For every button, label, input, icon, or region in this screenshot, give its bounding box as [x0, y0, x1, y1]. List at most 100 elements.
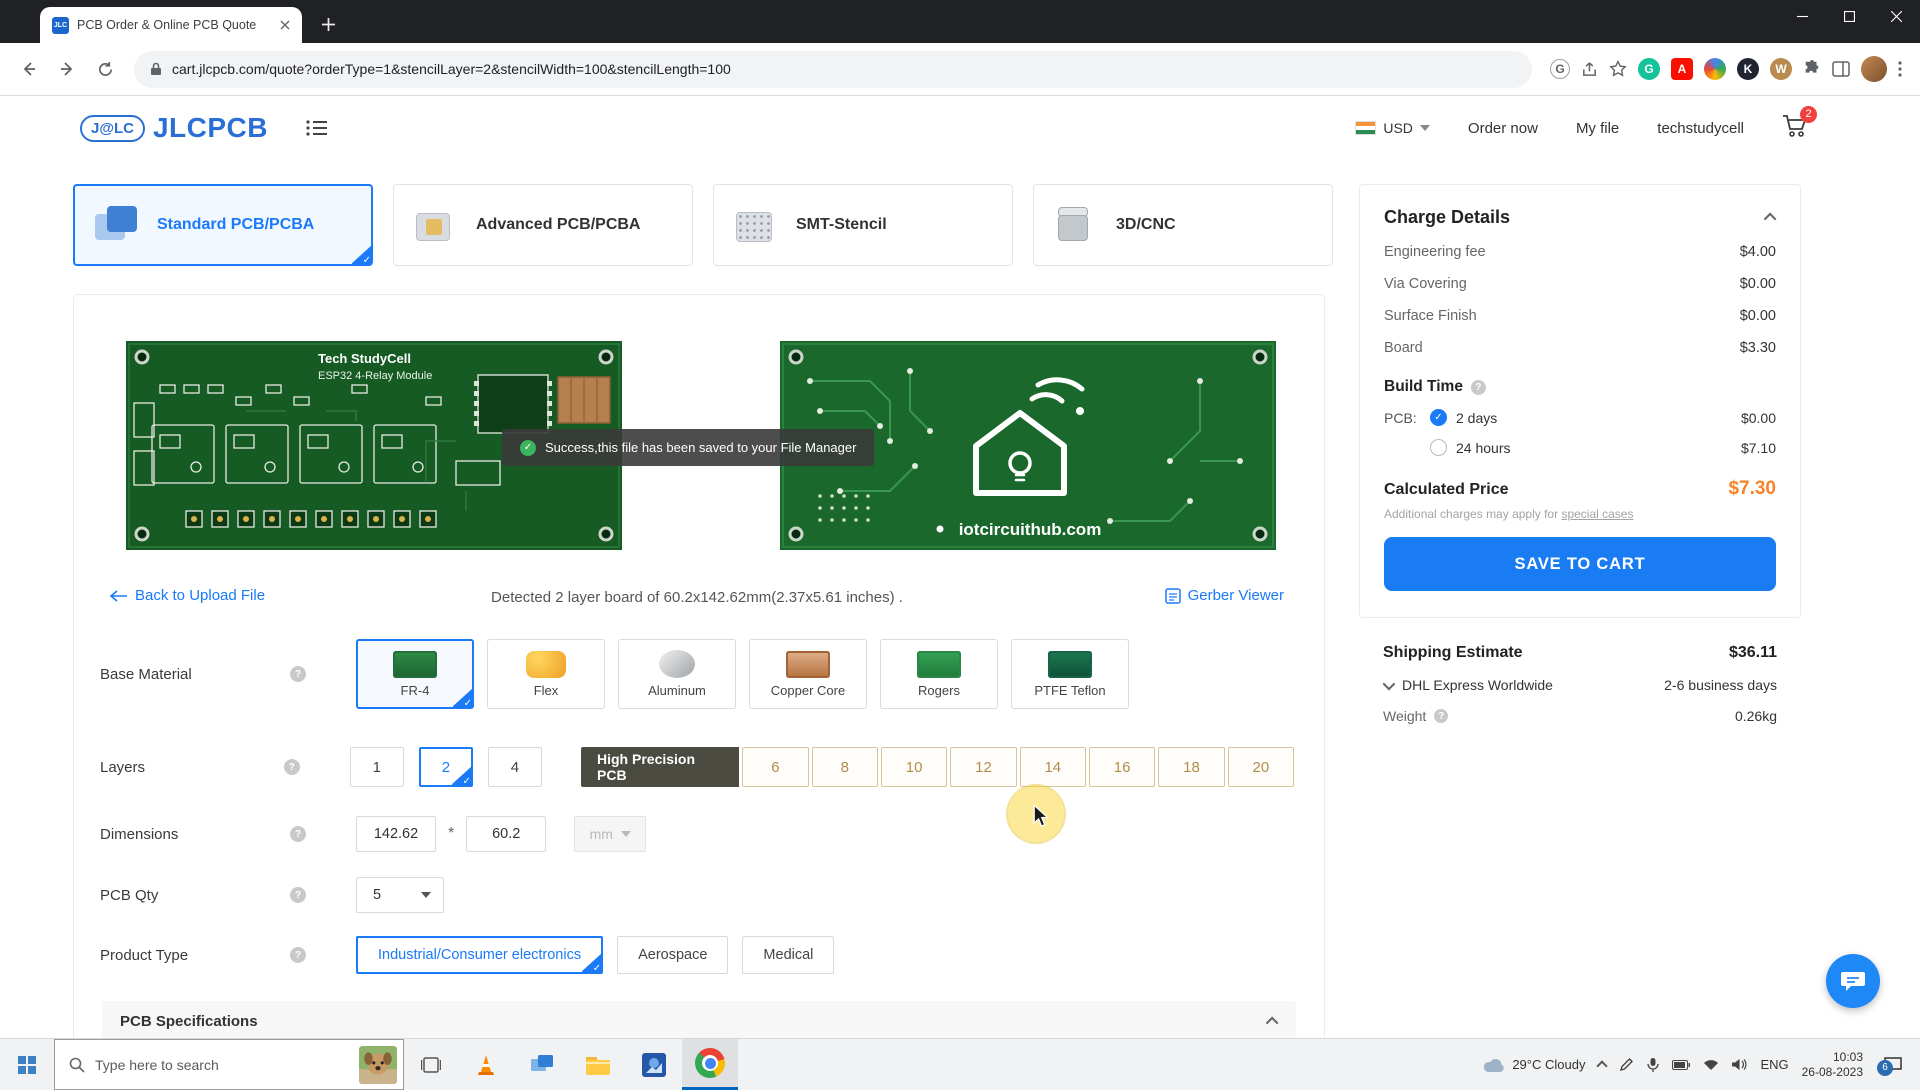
- layers-option-2[interactable]: 2: [419, 747, 473, 787]
- logo-badge: J@LC: [80, 115, 145, 142]
- bookmark-star-icon[interactable]: [1609, 60, 1627, 78]
- reload-button[interactable]: [88, 52, 122, 86]
- layers-option-4[interactable]: 4: [488, 747, 542, 787]
- dimension-height-input[interactable]: [466, 816, 546, 852]
- layers-option-1[interactable]: 1: [350, 747, 404, 787]
- layers-option-12[interactable]: 12: [950, 747, 1016, 787]
- profile-avatar[interactable]: [1861, 56, 1887, 82]
- back-button[interactable]: [12, 52, 46, 86]
- save-to-cart-button[interactable]: SAVE TO CART: [1384, 537, 1776, 591]
- google-lens-icon[interactable]: G: [1550, 59, 1570, 79]
- product-type-industrial[interactable]: Industrial/Consumer electronics: [356, 936, 603, 974]
- address-bar[interactable]: cart.jlcpcb.com/quote?orderType=1&stenci…: [134, 51, 1532, 88]
- hidden-icons-chevron[interactable]: [1597, 1060, 1608, 1071]
- tab-close-icon[interactable]: [276, 16, 294, 34]
- material-fr4[interactable]: FR-4: [356, 639, 474, 709]
- product-type-medical[interactable]: Medical: [742, 936, 834, 974]
- dimensions-row: Dimensions * mm: [100, 816, 1294, 852]
- material-rogers[interactable]: Rogers: [880, 639, 998, 709]
- minimize-button[interactable]: [1779, 0, 1826, 33]
- back-to-upload-link[interactable]: Back to Upload File: [110, 587, 265, 604]
- material-flex[interactable]: Flex: [487, 639, 605, 709]
- dimension-unit-select[interactable]: mm: [574, 816, 646, 852]
- taskbar-app-windows[interactable]: [514, 1039, 570, 1090]
- product-type-aerospace[interactable]: Aerospace: [617, 936, 728, 974]
- jlcpcb-logo[interactable]: J@LC JLCPCB: [80, 112, 268, 144]
- extensions-puzzle-icon[interactable]: [1803, 60, 1821, 78]
- browser-menu-icon[interactable]: [1898, 61, 1902, 77]
- layers-option-20[interactable]: 20: [1228, 747, 1294, 787]
- build-time-option-24hours[interactable]: 24 hours $7.10: [1430, 439, 1776, 456]
- action-center-button[interactable]: 6: [1876, 1056, 1910, 1074]
- maximize-button[interactable]: [1826, 0, 1873, 33]
- nav-username[interactable]: techstudycell: [1657, 120, 1744, 137]
- volume-icon[interactable]: [1732, 1058, 1747, 1071]
- material-aluminum[interactable]: Aluminum: [618, 639, 736, 709]
- nav-order-now[interactable]: Order now: [1468, 120, 1538, 137]
- layers-help-icon[interactable]: [284, 759, 300, 775]
- colorful-extension-icon[interactable]: [1704, 58, 1726, 80]
- selected-check-icon: [352, 245, 372, 265]
- radio-24hours[interactable]: [1430, 439, 1447, 456]
- build-time-option-2days[interactable]: PCB: 2 days $0.00: [1384, 409, 1776, 426]
- layers-option-16[interactable]: 16: [1089, 747, 1155, 787]
- tab-advanced-pcb[interactable]: Advanced PCB/PCBA: [393, 184, 693, 266]
- page-content: Standard PCB/PCBA Advanced PCB/PCBA SMT-…: [0, 160, 1920, 1038]
- grammarly-icon[interactable]: G: [1638, 58, 1660, 80]
- layers-option-6[interactable]: 6: [742, 747, 808, 787]
- task-view-button[interactable]: [404, 1039, 458, 1090]
- search-input[interactable]: [95, 1057, 349, 1073]
- shipping-method-row[interactable]: DHL Express Worldwide 2-6 business days: [1383, 677, 1777, 693]
- weight-help-icon[interactable]: [1434, 709, 1448, 723]
- layers-option-10[interactable]: 10: [881, 747, 947, 787]
- battery-icon[interactable]: [1672, 1060, 1690, 1070]
- nav-my-file[interactable]: My file: [1576, 120, 1619, 137]
- taskbar-vlc[interactable]: [458, 1039, 514, 1090]
- weather-widget[interactable]: 29°C Cloudy: [1483, 1057, 1585, 1073]
- k-extension-icon[interactable]: K: [1737, 58, 1759, 80]
- share-icon[interactable]: [1581, 61, 1598, 78]
- taskbar-clock[interactable]: 10:03 26-08-2023: [1802, 1050, 1863, 1080]
- pcb-qty-select[interactable]: 5: [356, 877, 444, 913]
- start-button[interactable]: [0, 1039, 54, 1090]
- catalog-menu-icon[interactable]: [306, 119, 328, 137]
- wifi-icon[interactable]: [1703, 1059, 1719, 1071]
- language-indicator[interactable]: ENG: [1760, 1057, 1788, 1072]
- radio-2days-selected[interactable]: [1430, 409, 1447, 426]
- taskbar-app-blue-tile[interactable]: [626, 1039, 682, 1090]
- taskbar-search-box[interactable]: [54, 1039, 404, 1090]
- pcb-specifications-header[interactable]: PCB Specifications: [102, 1001, 1296, 1038]
- gerber-viewer-link[interactable]: Gerber Viewer: [1165, 587, 1284, 604]
- layers-option-18[interactable]: 18: [1158, 747, 1224, 787]
- layers-option-8[interactable]: 8: [812, 747, 878, 787]
- cart-button[interactable]: 2: [1782, 114, 1808, 143]
- taskbar-chrome-active[interactable]: [682, 1039, 738, 1090]
- dimensions-help-icon[interactable]: [290, 826, 306, 842]
- material-copper-core[interactable]: Copper Core: [749, 639, 867, 709]
- adobe-icon[interactable]: A: [1671, 58, 1693, 80]
- product-type-help-icon[interactable]: [290, 947, 306, 963]
- currency-selector[interactable]: USD: [1355, 120, 1430, 136]
- collapse-chevron-icon[interactable]: [1764, 213, 1777, 226]
- search-highlight-dog-image[interactable]: [359, 1046, 397, 1084]
- microphone-icon[interactable]: [1647, 1057, 1659, 1073]
- pen-icon[interactable]: [1619, 1057, 1634, 1072]
- forward-button[interactable]: [50, 52, 84, 86]
- dimension-width-input[interactable]: [356, 816, 436, 852]
- material-ptfe-teflon[interactable]: PTFE Teflon: [1011, 639, 1129, 709]
- side-panel-icon[interactable]: [1832, 60, 1850, 78]
- new-tab-button[interactable]: [314, 10, 342, 38]
- live-chat-button[interactable]: [1826, 954, 1880, 1008]
- close-window-button[interactable]: [1873, 0, 1920, 33]
- special-cases-link[interactable]: special cases: [1561, 507, 1633, 521]
- tab-3d-cnc[interactable]: 3D/CNC: [1033, 184, 1333, 266]
- build-time-help-icon[interactable]: [1471, 380, 1486, 395]
- pcb-qty-help-icon[interactable]: [290, 887, 306, 903]
- taskbar-file-explorer[interactable]: [570, 1039, 626, 1090]
- tab-standard-pcb[interactable]: Standard PCB/PCBA: [73, 184, 373, 266]
- gold-extension-icon[interactable]: W: [1770, 58, 1792, 80]
- layers-option-14[interactable]: 14: [1020, 747, 1086, 787]
- tab-smt-stencil[interactable]: SMT-Stencil: [713, 184, 1013, 266]
- browser-tab[interactable]: JLC PCB Order & Online PCB Quote: [40, 7, 302, 43]
- base-material-help-icon[interactable]: [290, 666, 306, 682]
